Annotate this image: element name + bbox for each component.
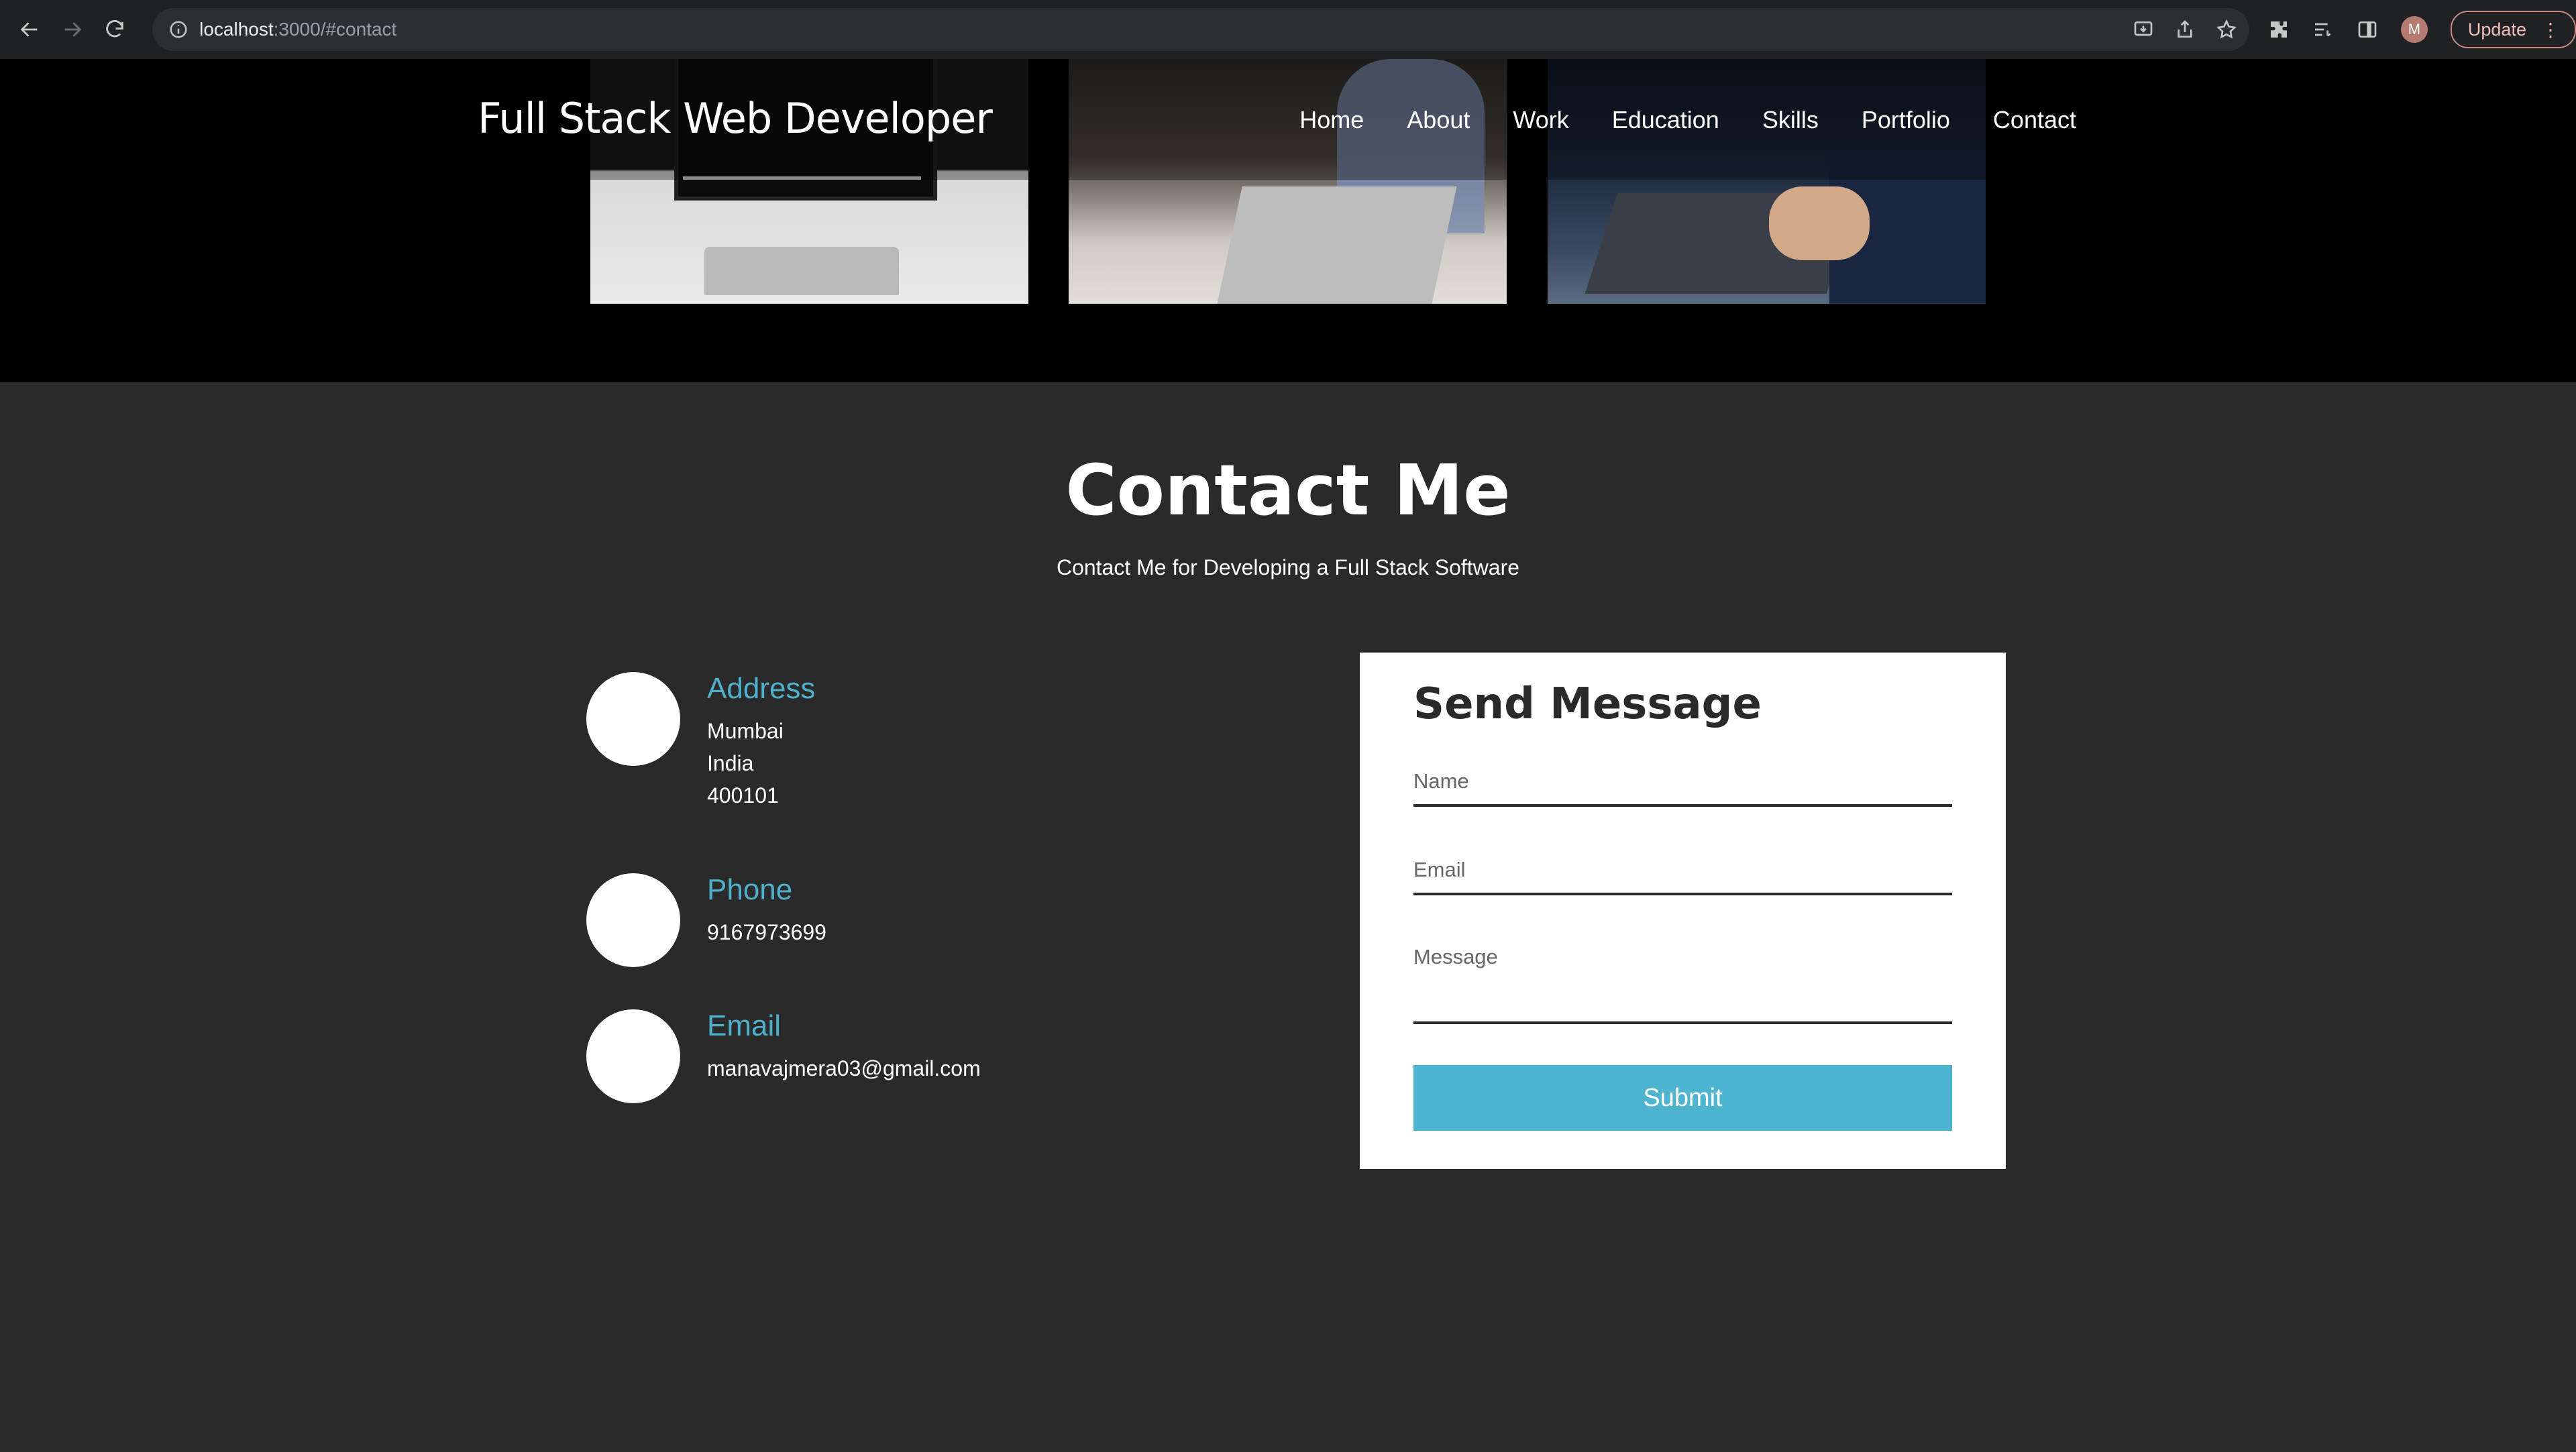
name-input[interactable] bbox=[1413, 768, 1952, 807]
extensions-icon[interactable] bbox=[2268, 19, 2290, 40]
hand-shape bbox=[1769, 186, 1870, 260]
email-icon bbox=[586, 1009, 680, 1103]
laptop-shape bbox=[1217, 186, 1457, 304]
nav-work[interactable]: Work bbox=[1513, 106, 1568, 134]
nav-portfolio[interactable]: Portfolio bbox=[1862, 106, 1950, 134]
reload-button[interactable] bbox=[93, 8, 136, 51]
nav-home[interactable]: Home bbox=[1299, 106, 1364, 134]
nav-about[interactable]: About bbox=[1407, 106, 1470, 134]
send-message-form: Send Message Submit bbox=[1360, 653, 2006, 1169]
hero-section: Full Stack Web Developer Home About Work… bbox=[0, 59, 2576, 382]
form-title: Send Message bbox=[1413, 679, 1762, 729]
address-country: India bbox=[707, 751, 754, 775]
submit-button[interactable]: Submit bbox=[1413, 1065, 1952, 1131]
phone-label: Phone bbox=[707, 873, 793, 906]
url-text: localhost:3000/#contact bbox=[199, 19, 397, 40]
reload-icon bbox=[106, 20, 123, 38]
phone-block: Phone 9167973699 bbox=[586, 873, 826, 967]
share-icon[interactable] bbox=[2174, 19, 2196, 40]
email-input[interactable] bbox=[1413, 856, 1952, 895]
profile-avatar[interactable]: M bbox=[2400, 16, 2428, 43]
phone-icon bbox=[586, 873, 680, 967]
address-block: Address Mumbai India 400101 bbox=[586, 672, 815, 812]
arrow-right-icon bbox=[64, 22, 81, 37]
site-brand[interactable]: Full Stack Web Developer bbox=[478, 94, 993, 143]
contact-title: Contact Me bbox=[1065, 449, 1511, 531]
phone-number: 9167973699 bbox=[707, 920, 826, 944]
address-icon bbox=[586, 672, 680, 766]
install-icon[interactable] bbox=[2133, 19, 2154, 40]
more-menu-icon: ⋮ bbox=[2540, 19, 2560, 40]
nav-contact[interactable]: Contact bbox=[1993, 106, 2076, 134]
laptop-shape bbox=[704, 247, 899, 295]
arrow-left-icon bbox=[20, 22, 38, 37]
nav-skills[interactable]: Skills bbox=[1762, 106, 1819, 134]
update-label: Update bbox=[2467, 19, 2526, 40]
update-button[interactable]: Update ⋮ bbox=[2450, 11, 2576, 48]
message-input[interactable] bbox=[1413, 945, 1952, 1024]
back-button[interactable] bbox=[8, 8, 51, 51]
main-nav: Home About Work Education Skills Portfol… bbox=[1299, 106, 2076, 134]
email-block: Email manavajmera03@gmail.com bbox=[586, 1009, 981, 1103]
navbar bbox=[0, 59, 2576, 180]
address-city: Mumbai bbox=[707, 719, 784, 743]
address-postcode: 400101 bbox=[707, 783, 779, 807]
email-label: Email bbox=[707, 1009, 782, 1042]
forward-button[interactable] bbox=[51, 8, 94, 51]
contact-subtitle: Contact Me for Developing a Full Stack S… bbox=[1056, 555, 1520, 579]
info-icon[interactable] bbox=[168, 19, 189, 40]
reading-list-icon[interactable] bbox=[2312, 19, 2334, 40]
side-panel-icon[interactable] bbox=[2357, 19, 2378, 40]
address-bar[interactable]: localhost:3000/#contact bbox=[152, 8, 2249, 51]
contact-section: Contact Me Contact Me for Developing a F… bbox=[0, 382, 2576, 1452]
email-address: manavajmera03@gmail.com bbox=[707, 1056, 981, 1080]
nav-education[interactable]: Education bbox=[1612, 106, 1719, 134]
address-label: Address bbox=[707, 672, 816, 705]
star-icon[interactable] bbox=[2216, 19, 2237, 40]
browser-toolbar: localhost:3000/#contact M Update ⋮ bbox=[0, 0, 2576, 60]
